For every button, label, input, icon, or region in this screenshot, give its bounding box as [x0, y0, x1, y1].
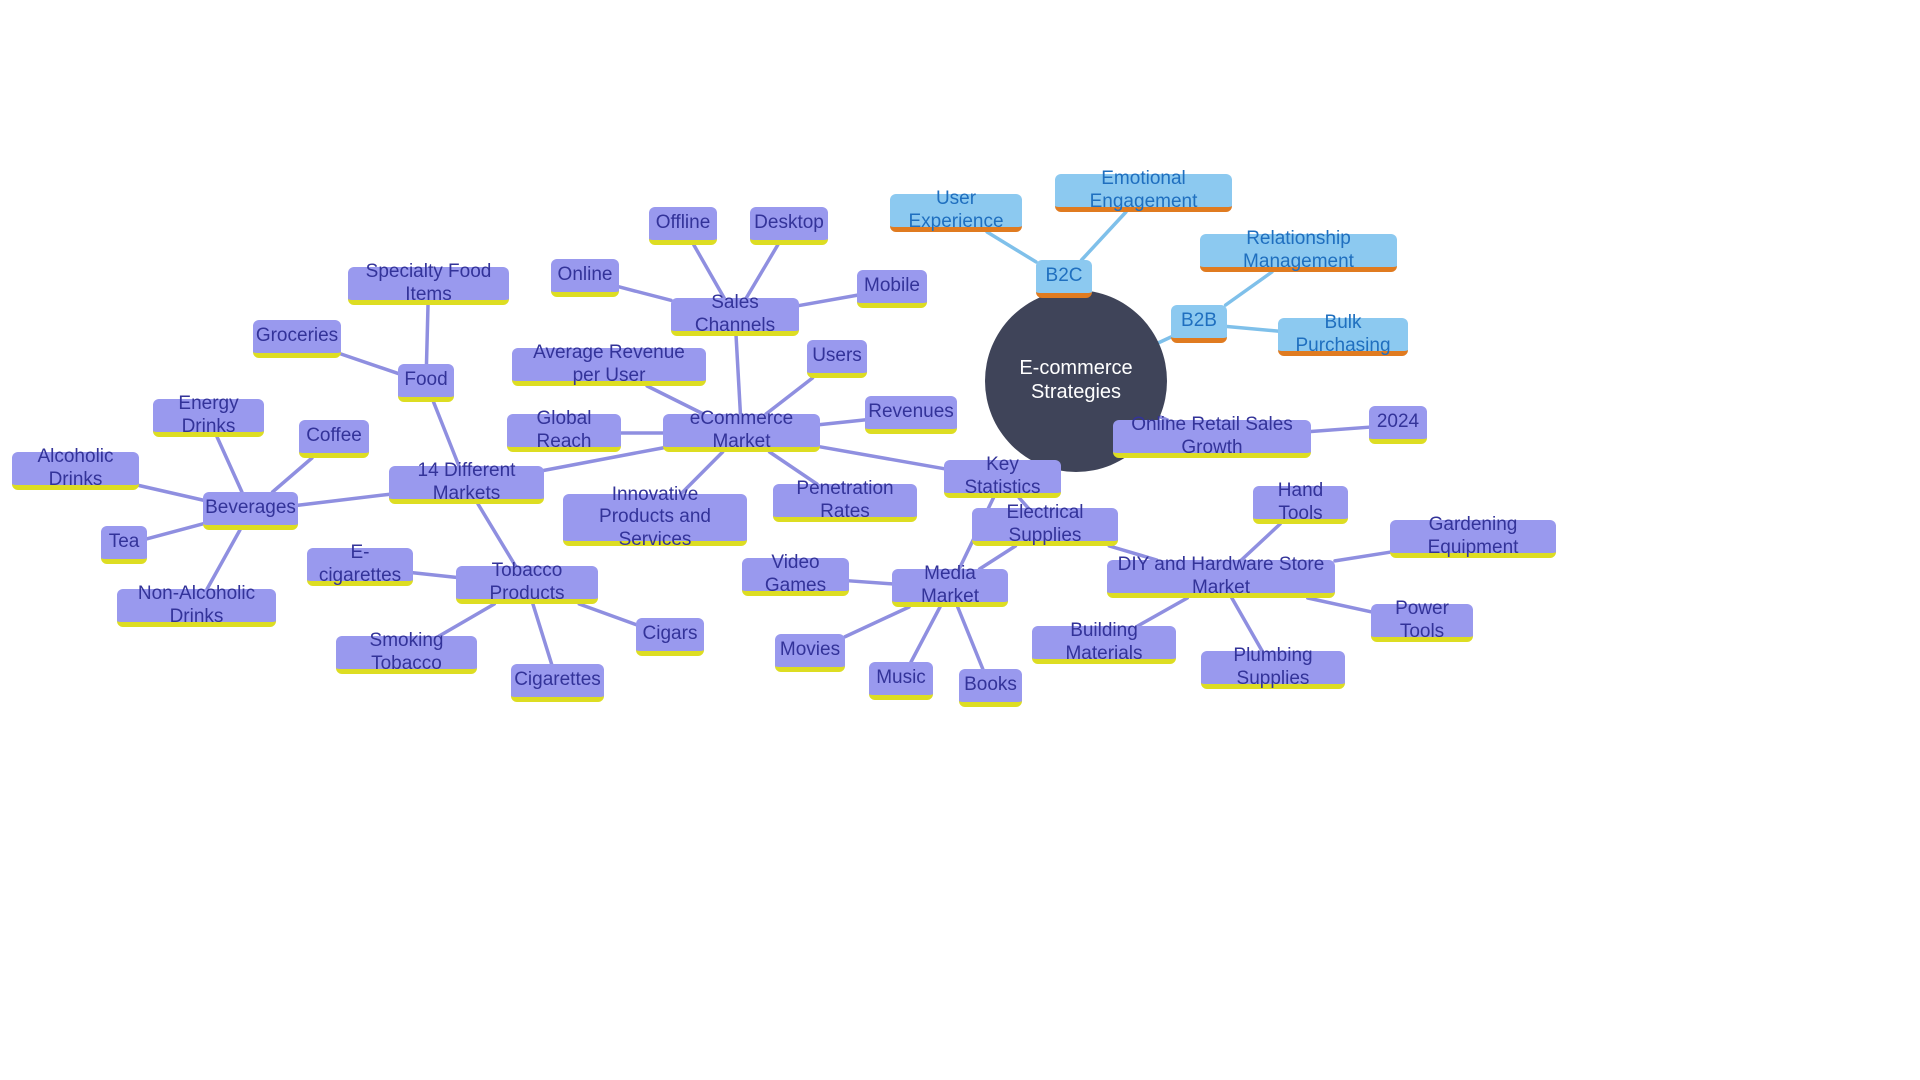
- mindmap-node-electrical_supplies[interactable]: Electrical Supplies: [972, 502, 1118, 546]
- mindmap-node-average_revenue_per_user[interactable]: Average Revenue per User: [512, 342, 706, 386]
- mindmap-node-b2b[interactable]: B2B: [1171, 305, 1227, 343]
- edge-b2b-to-bulk_purchasing: [1225, 324, 1280, 333]
- edge-ecommerce_market-to-revenues: [818, 418, 867, 427]
- mindmap-node-food[interactable]: Food: [398, 364, 454, 402]
- edge-food-to-groceries: [339, 352, 400, 376]
- edge-tobacco_products-to-cigars: [577, 602, 638, 627]
- mindmap-node-energy_drinks[interactable]: Energy Drinks: [153, 393, 264, 437]
- mindmap-node-diy_hardware[interactable]: DIY and Hardware Store Market: [1107, 554, 1335, 598]
- mindmap-node-online[interactable]: Online: [551, 259, 619, 297]
- mindmap-node-hand_tools[interactable]: Hand Tools: [1253, 480, 1348, 524]
- mindmap-node-smoking_tobacco[interactable]: Smoking Tobacco: [336, 630, 477, 674]
- edge-root-to-b2b: [1156, 335, 1173, 345]
- mindmap-node-books[interactable]: Books: [959, 669, 1022, 707]
- mindmap-node-user_experience[interactable]: User Experience: [890, 188, 1022, 232]
- edge-media_market-to-movies: [843, 605, 911, 639]
- mindmap-node-movies[interactable]: Movies: [775, 634, 845, 672]
- mindmap-node-plumbing_supplies[interactable]: Plumbing Supplies: [1201, 645, 1345, 689]
- edge-tobacco_products-to-e_cigarettes: [411, 570, 458, 580]
- mindmap-node-e_cigarettes[interactable]: E-cigarettes: [307, 542, 413, 586]
- mindmap-node-gardening_equipment[interactable]: Gardening Equipment: [1390, 514, 1556, 558]
- mindmap-node-building_materials[interactable]: Building Materials: [1032, 620, 1176, 664]
- edge-media_market-to-video_games: [847, 579, 894, 586]
- edge-tobacco_products-to-cigarettes: [531, 602, 554, 666]
- mindmap-node-desktop[interactable]: Desktop: [750, 207, 828, 245]
- edge-b2b-to-relationship_management: [1223, 270, 1274, 307]
- edge-ecommerce_market-to-key_statistics: [818, 445, 946, 471]
- mindmap-node-beverages[interactable]: Beverages: [203, 492, 298, 530]
- edge-sales_channels-to-online: [617, 285, 673, 303]
- mindmap-node-online_retail_sales_growth[interactable]: Online Retail Sales Growth: [1113, 414, 1311, 458]
- edge-markets_14-to-beverages: [296, 492, 391, 508]
- mindmap-node-cigarettes[interactable]: Cigarettes: [511, 664, 604, 702]
- mindmap-node-bulk_purchasing[interactable]: Bulk Purchasing: [1278, 312, 1408, 356]
- edge-diy_hardware-to-power_tools: [1306, 596, 1373, 614]
- mindmap-node-year_2024[interactable]: 2024: [1369, 406, 1427, 444]
- edge-food-to-specialty_food_items: [424, 303, 430, 366]
- mindmap-node-global_reach[interactable]: Global Reach: [507, 408, 621, 452]
- mindmap-node-tobacco_products[interactable]: Tobacco Products: [456, 560, 598, 604]
- edge-b2c-to-user_experience: [985, 230, 1038, 264]
- mindmap-node-emotional_engagement[interactable]: Emotional Engagement: [1055, 168, 1232, 212]
- mindmap-node-music[interactable]: Music: [869, 662, 933, 700]
- mindmap-node-sales_channels[interactable]: Sales Channels: [671, 292, 799, 336]
- mindmap-node-markets_14[interactable]: 14 Different Markets: [389, 460, 544, 504]
- mindmap-node-revenues[interactable]: Revenues: [865, 396, 957, 434]
- edge-beverages-to-coffee: [270, 456, 314, 494]
- edge-layer: [137, 210, 1392, 671]
- mindmap-node-non_alcoholic_drinks[interactable]: Non-Alcoholic Drinks: [117, 583, 276, 627]
- mindmap-node-specialty_food_items[interactable]: Specialty Food Items: [348, 261, 509, 305]
- edge-beverages-to-energy_drinks: [215, 435, 244, 494]
- edge-media_market-to-music: [909, 605, 942, 664]
- mindmap-node-cigars[interactable]: Cigars: [636, 618, 704, 656]
- mindmap-node-b2c[interactable]: B2C: [1036, 260, 1092, 298]
- edge-beverages-to-tea: [145, 522, 205, 541]
- mindmap-node-relationship_management[interactable]: Relationship Management: [1200, 228, 1397, 272]
- edge-sales_channels-to-offline: [692, 243, 726, 300]
- edge-markets_14-to-tobacco_products: [476, 502, 518, 568]
- edge-beverages-to-alcoholic_drinks: [137, 483, 205, 502]
- edge-diy_hardware-to-gardening_equipment: [1333, 550, 1392, 563]
- mindmap-node-users[interactable]: Users: [807, 340, 867, 378]
- mindmap-node-offline[interactable]: Offline: [649, 207, 717, 245]
- mindmap-node-key_statistics[interactable]: Key Statistics: [944, 454, 1061, 498]
- edge-sales_channels-to-mobile: [797, 293, 859, 308]
- edge-ecommerce_market-to-sales_channels: [734, 334, 743, 416]
- mindmap-node-groceries[interactable]: Groceries: [253, 320, 341, 358]
- edge-beverages-to-non_alcoholic_drinks: [205, 528, 242, 591]
- edge-media_market-to-books: [955, 605, 985, 671]
- mindmap-node-mobile[interactable]: Mobile: [857, 270, 927, 308]
- mindmap-node-alcoholic_drinks[interactable]: Alcoholic Drinks: [12, 446, 139, 490]
- mindmap-node-innovative_products[interactable]: Innovative Products and Services: [563, 484, 747, 550]
- mindmap-node-ecommerce_market[interactable]: eCommerce Market: [663, 408, 820, 452]
- mindmap-node-video_games[interactable]: Video Games: [742, 552, 849, 596]
- edge-b2c-to-emotional_engagement: [1079, 210, 1128, 262]
- edge-markets_14-to-food: [431, 400, 461, 468]
- edge-sales_channels-to-desktop: [744, 243, 780, 300]
- mindmap-node-penetration_rates[interactable]: Penetration Rates: [773, 478, 917, 522]
- edge-diy_hardware-to-plumbing_supplies: [1230, 596, 1264, 653]
- mindmap-node-media_market[interactable]: Media Market: [892, 563, 1008, 607]
- mindmap-node-coffee[interactable]: Coffee: [299, 420, 369, 458]
- mindmap-node-power_tools[interactable]: Power Tools: [1371, 598, 1473, 642]
- edge-online_retail_sales_growth-to-year_2024: [1309, 425, 1371, 434]
- mindmap-node-tea[interactable]: Tea: [101, 526, 147, 564]
- mindmap-canvas: E-commerce Strategies B2C User Experience E…: [0, 0, 1920, 1080]
